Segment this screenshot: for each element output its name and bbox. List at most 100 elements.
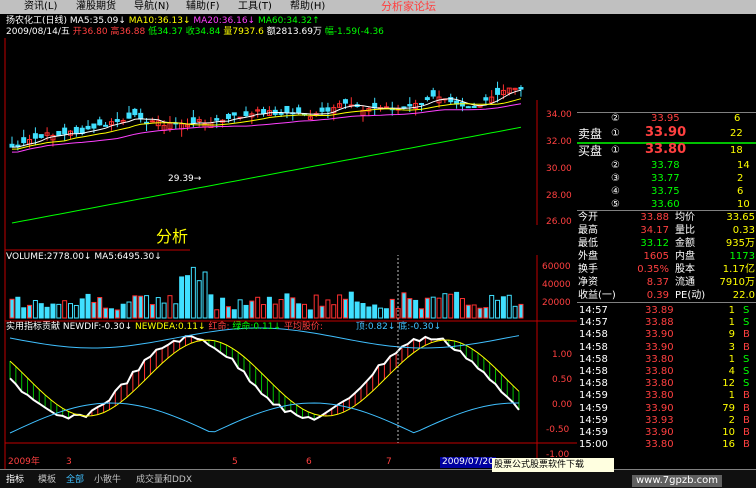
tick-volume: 1	[728, 353, 735, 365]
tick-volume: 1	[728, 317, 735, 329]
volume-bar	[459, 298, 465, 319]
stat-key: 净资	[578, 277, 598, 288]
volume-bar	[471, 304, 477, 319]
tick-side: B	[743, 390, 750, 402]
volume-bar	[185, 275, 190, 319]
menu-item-help[interactable]: 帮助(H)	[290, 0, 325, 14]
quote-panel: ② 33.95 6 卖盘 ① 33.90 22 买盘 ① 33.80 18 ②3…	[577, 112, 756, 472]
menu-item-navigate[interactable]: 导航(N)	[134, 0, 169, 14]
tick-price: 33.80	[645, 378, 674, 390]
menu-item-assist[interactable]: 辅助(F)	[186, 0, 220, 14]
stat-key: 最高	[578, 225, 598, 236]
stat-value: 22.0	[732, 290, 755, 301]
volume-bar	[477, 307, 483, 319]
volume-bar	[255, 296, 261, 319]
volume-bar	[266, 296, 272, 319]
indicator-name: 实用指标贡献	[6, 322, 61, 332]
candle-body	[407, 104, 413, 107]
volume-bar	[383, 308, 389, 319]
vol-axis-60000: 60000	[542, 262, 571, 272]
stat-key: 金额	[675, 238, 695, 249]
volume-bar	[372, 304, 378, 319]
sell1-vol: 22	[730, 128, 743, 139]
buy-level-num: ②	[611, 160, 620, 171]
volume-bar	[132, 295, 138, 319]
volume-bar	[512, 305, 518, 319]
tick-side: S	[743, 366, 750, 377]
candle-body	[38, 134, 44, 138]
candle-body	[419, 103, 424, 106]
volume-bar	[307, 309, 313, 319]
close-value: 收34.84	[185, 27, 221, 37]
candle-body	[465, 106, 471, 109]
time-axis-7: 7	[386, 457, 392, 467]
tick-volume: 1	[728, 390, 735, 402]
tick-price: 33.90	[645, 329, 674, 341]
candle-body	[85, 125, 91, 130]
tick-volume: 4	[728, 366, 735, 377]
menu-item-info[interactable]: 资讯(L)	[24, 0, 57, 14]
tick-volume: 9	[728, 329, 735, 341]
tick-time: 14:58	[579, 378, 608, 390]
stat-value: 33.88	[640, 212, 669, 223]
vol-axis-20000: 20000	[542, 298, 571, 308]
volume-bar	[284, 293, 290, 319]
volume-bar	[389, 298, 395, 319]
time-axis-3: 3	[66, 457, 72, 467]
volume-bar	[342, 298, 348, 319]
ad-banner[interactable]: 股票公式股票软件下载	[492, 458, 614, 472]
tab-xiaosanniu[interactable]: 小散牛	[94, 472, 121, 485]
buy-label: 买盘	[578, 144, 603, 158]
forum-title[interactable]: 分析家论坛	[381, 0, 436, 14]
buy-level-vol: 14	[737, 160, 750, 171]
volume-bar	[231, 309, 237, 319]
volume-bar	[354, 301, 360, 319]
volume-bar	[337, 294, 343, 319]
stat-value: 1.17亿	[722, 264, 755, 275]
tick-price: 33.90	[645, 341, 674, 353]
volume-bar	[296, 303, 302, 319]
volume-bar	[506, 294, 512, 319]
candle-body	[190, 117, 196, 124]
buy1-price[interactable]: 33.80	[645, 143, 686, 156]
volume-bar	[114, 309, 120, 319]
volume-bars	[9, 266, 524, 319]
stock-name: 扬农化工(日线)	[6, 16, 68, 26]
tick-price: 33.90	[645, 402, 674, 414]
volume-bar	[436, 297, 442, 319]
tab-indicator[interactable]: 指标	[6, 472, 24, 485]
tab-template[interactable]: 模板	[38, 472, 56, 485]
stat-value: 935万	[725, 238, 755, 249]
vol-axis-40000: 40000	[542, 280, 571, 290]
candle-body	[32, 133, 38, 139]
volume-bar	[149, 304, 155, 319]
sell2-num: ②	[611, 113, 620, 124]
sell1-price[interactable]: 33.90	[645, 126, 686, 139]
buy-level-num: ④	[611, 186, 620, 197]
tick-time: 14:58	[579, 329, 608, 341]
tick-price: 33.80	[645, 366, 674, 377]
volume-bar	[243, 304, 249, 319]
sell2-price: 33.95	[651, 113, 680, 124]
volume-bar	[62, 300, 68, 319]
candle-body	[91, 123, 97, 129]
ma60-value: MA60:34.32↑	[257, 16, 320, 26]
volume-bar	[225, 306, 231, 319]
menu-item-tools[interactable]: 工具(T)	[238, 0, 272, 14]
tab-volume-ddx[interactable]: 成交量和DDX	[136, 472, 192, 485]
tick-volume: 2	[728, 414, 735, 426]
tab-all[interactable]: 全部	[66, 472, 84, 485]
volume-bar	[319, 305, 325, 319]
candle-body	[483, 97, 489, 101]
volume-bar	[401, 292, 407, 319]
volume-bar	[495, 299, 501, 319]
buy-level-price: 33.77	[651, 173, 680, 184]
volume-bar	[261, 304, 267, 319]
tick-side: S	[743, 305, 750, 316]
menu-item-futures[interactable]: 灌股期货	[76, 0, 116, 14]
tick-side: S	[743, 378, 750, 390]
indicator-green: 绿命:0.11↓	[232, 322, 281, 332]
low-value: 低34.37	[148, 27, 183, 37]
tick-volume: 1	[728, 305, 735, 316]
tick-time: 14:58	[579, 366, 608, 377]
